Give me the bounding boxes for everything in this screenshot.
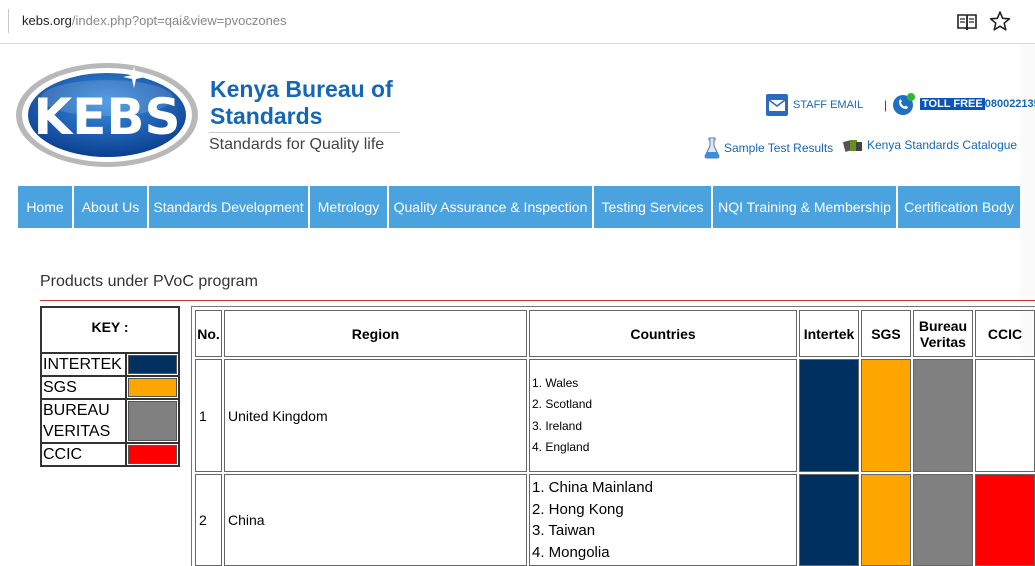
sgs-cell	[861, 474, 911, 566]
address-bar-divider	[8, 9, 9, 33]
kebs-logo[interactable]: KEBS	[14, 61, 200, 169]
country-item: 2. Scotland	[532, 397, 593, 411]
key-swatch	[128, 445, 177, 464]
key-row-ccic: CCIC	[42, 444, 178, 465]
org-name: Kenya Bureau of Standards	[210, 76, 393, 129]
nav-quality-assurance-inspection[interactable]: Quality Assurance & Inspection	[389, 186, 592, 228]
reading-view-icon[interactable]	[956, 12, 978, 32]
key-row-intertek: INTERTEK	[42, 354, 178, 377]
country-item: 1. Wales	[532, 375, 579, 390]
ccic-cell	[975, 474, 1035, 566]
favorite-star-icon[interactable]	[989, 10, 1011, 32]
header-bureau-veritas: Bureau Veritas	[913, 310, 973, 357]
toll-free-number: 0800221350	[984, 98, 1035, 110]
key-row-sgs: SGS	[42, 377, 178, 400]
key-label: INTERTEK	[42, 354, 127, 375]
toll-free-label: TOLL FREE	[920, 98, 985, 110]
main-nav: Home About Us Standards Development Metr…	[18, 186, 1022, 228]
header-sgs: SGS	[861, 310, 911, 357]
address-bar[interactable]: kebs.org/index.php?opt=qai&view=pvoczone…	[0, 0, 1035, 44]
country-item: 3. Ireland	[532, 418, 583, 433]
ccic-cell	[975, 359, 1035, 472]
table-header-row: No. Region Countries Intertek SGS Bureau…	[194, 309, 1035, 358]
key-row-bureau-veritas: BUREAU VERITAS	[42, 400, 178, 444]
header-region: Region	[224, 310, 527, 357]
country-item: 4. England	[532, 440, 590, 454]
sample-test-results-label: Sample Test Results	[724, 141, 834, 155]
nav-certification-body[interactable]: Certification Body	[898, 186, 1020, 228]
nav-about-us[interactable]: About Us	[74, 186, 147, 228]
envelope-icon	[766, 94, 788, 116]
country-item: 4. Mongolia	[532, 543, 610, 561]
flask-icon	[704, 137, 720, 159]
row-region: China	[224, 474, 527, 566]
key-label: SGS	[42, 377, 127, 398]
key-swatch	[128, 355, 177, 374]
header-separator: |	[884, 98, 888, 112]
key-label: BUREAU VERITAS	[42, 400, 127, 442]
table-row: 2 China 1. China Mainland 2. Hong Kong 3…	[194, 473, 1035, 566]
nav-standards-development[interactable]: Standards Development	[149, 186, 308, 228]
phone-icon	[893, 93, 915, 115]
staff-email-label: STAFF EMAIL	[793, 99, 864, 111]
key-heading: KEY :	[42, 308, 178, 354]
sgs-cell	[861, 359, 911, 472]
standards-catalogue-link[interactable]: Kenya Standards Catalogue	[843, 137, 1017, 153]
logo-text: KEBS	[33, 88, 180, 146]
row-number: 1	[195, 359, 222, 472]
header-intertek: Intertek	[799, 310, 859, 357]
intertek-cell	[799, 359, 859, 472]
color-key-table: KEY : INTERTEK SGS BUREAU VERITAS CCIC	[40, 306, 180, 467]
row-region: United Kingdom	[224, 359, 527, 472]
books-icon	[843, 140, 862, 152]
org-name-divider	[209, 132, 400, 133]
header-countries: Countries	[529, 310, 797, 357]
toll-free-link[interactable]: TOLL FREE 0800221350	[892, 92, 1035, 116]
pvoc-zones-table: No. Region Countries Intertek SGS Bureau…	[191, 306, 1035, 566]
country-item: 3. Taiwan	[532, 522, 596, 539]
bureau-veritas-cell	[913, 474, 973, 566]
page-title: Products under PVoC program	[40, 273, 258, 290]
nav-testing-services[interactable]: Testing Services	[594, 186, 711, 228]
url-field[interactable]: kebs.org/index.php?opt=qai&view=pvoczone…	[22, 13, 287, 28]
row-countries: 1. China Mainland 2. Hong Kong 3. Taiwan…	[529, 474, 797, 566]
sample-test-results-link[interactable]: Sample Test Results	[704, 137, 833, 159]
header-ccic: CCIC	[975, 310, 1035, 357]
key-label: CCIC	[42, 444, 127, 465]
standards-catalogue-label: Kenya Standards Catalogue	[867, 138, 1018, 152]
row-countries: 1. Wales 2. Scotland 3. Ireland 4. Engla…	[529, 359, 797, 472]
url-path: /index.php?opt=qai&view=pvoczones	[71, 13, 287, 28]
tagline: Standards for Quality life	[209, 136, 385, 153]
nav-nqi-training-membership[interactable]: NQI Training & Membership	[713, 186, 896, 228]
country-item: 2. Hong Kong	[532, 500, 624, 518]
country-item: 1. China Mainland	[532, 479, 653, 496]
nav-home[interactable]: Home	[18, 186, 72, 228]
url-host: kebs.org	[22, 13, 72, 28]
intertek-cell	[799, 474, 859, 566]
header-no: No.	[195, 310, 222, 357]
key-swatch	[128, 401, 177, 441]
key-swatch	[128, 378, 177, 397]
nav-metrology[interactable]: Metrology	[310, 186, 387, 228]
row-number: 2	[195, 474, 222, 566]
table-row: 1 United Kingdom 1. Wales 2. Scotland 3.…	[194, 358, 1035, 473]
bureau-veritas-cell	[913, 359, 973, 472]
staff-email-link[interactable]: STAFF EMAIL	[766, 94, 863, 116]
title-divider	[40, 300, 1035, 301]
